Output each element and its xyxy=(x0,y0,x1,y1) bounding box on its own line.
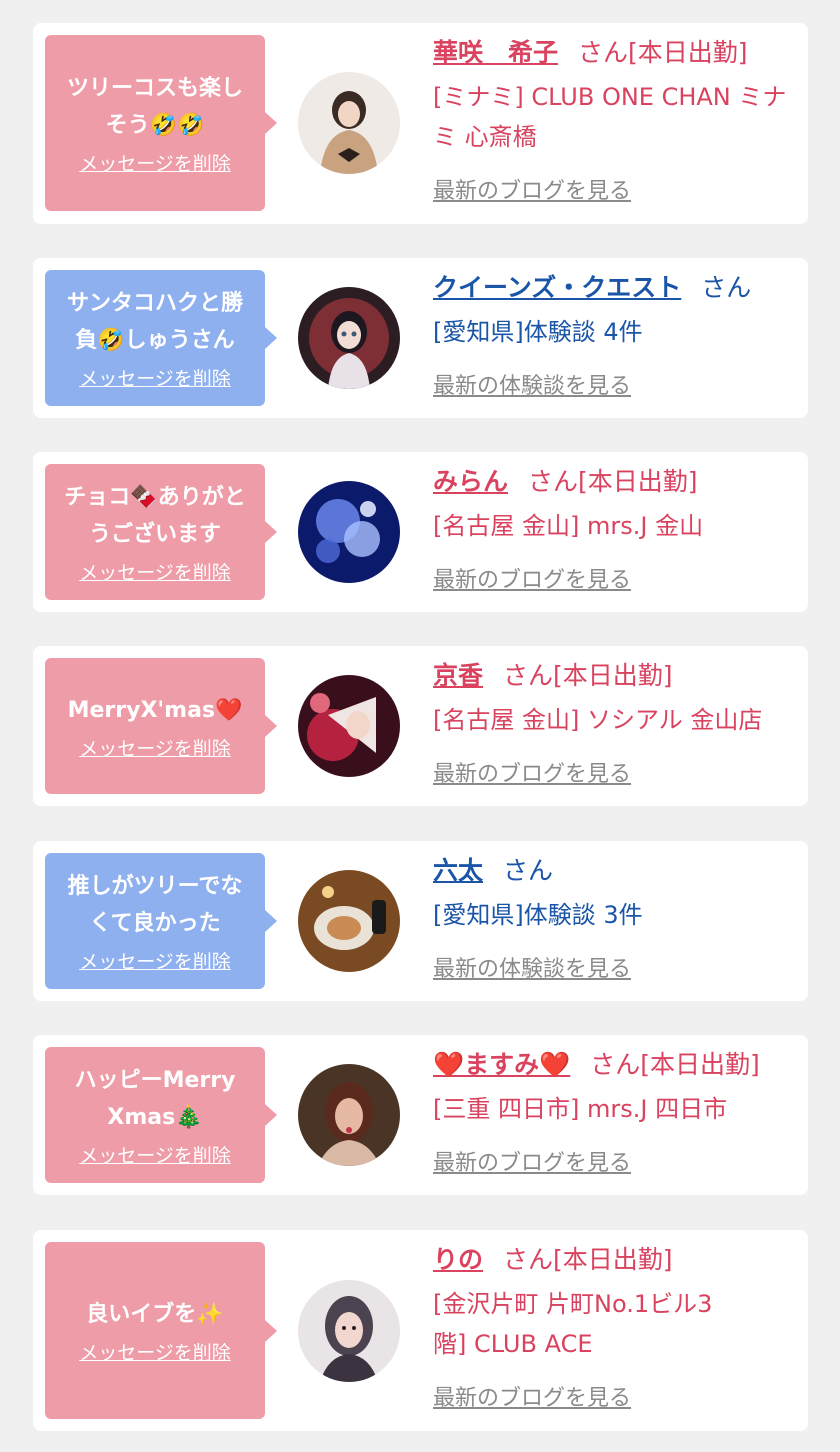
girl-name-link[interactable]: 京香 xyxy=(433,661,483,690)
message-bubble: ハッピーMerry Xmas🎄 メッセージを削除 xyxy=(45,1047,277,1183)
shop-info: [金沢片町 片町No.1ビル3 階] CLUB ACE xyxy=(433,1290,713,1358)
name-suffix: さん xyxy=(503,856,554,885)
avatar[interactable] xyxy=(298,481,400,583)
view-latest-blog-link[interactable]: 最新のブログを見る xyxy=(433,1149,631,1179)
view-latest-blog-link[interactable]: 最新のブログを見る xyxy=(433,177,631,207)
profile-info: 華咲 希子 さん[本日出勤] [ミナミ] CLUB ONE CHAN ミナ ミ 心… xyxy=(433,35,798,157)
message-text: ツリーコスも楽し そう🤣🤣 xyxy=(66,76,243,138)
message-bubble: ツリーコスも楽し そう🤣🤣 メッセージを削除 xyxy=(45,35,277,211)
profile-info: 六太 さん [愛知県]体験談 3件 xyxy=(433,853,798,935)
message-text: MerryX'mas❤️ xyxy=(67,697,243,723)
view-latest-blog-link[interactable]: 最新のブログを見る xyxy=(433,566,631,596)
message-text: 推しがツリーでな くて良かった xyxy=(67,874,243,936)
girl-name-link[interactable]: りの xyxy=(433,1245,483,1274)
name-suffix: さん[本日出勤] xyxy=(503,1245,673,1274)
message-card: チョコ🍫ありがと うございます メッセージを削除 みらん さん[本日出勤] [名古… xyxy=(33,452,808,612)
message-bubble: MerryX'mas❤️ メッセージを削除 xyxy=(45,658,277,794)
name-suffix: さん[本日出勤] xyxy=(590,1050,760,1079)
message-bubble: 推しがツリーでな くて良かった メッセージを削除 xyxy=(45,853,277,989)
avatar[interactable] xyxy=(298,870,400,972)
shop-info: [名古屋 金山] ソシアル 金山店 xyxy=(433,706,763,734)
shop-info: [名古屋 金山] mrs.J 金山 xyxy=(433,512,704,540)
review-count: [愛知県]体験談 3件 xyxy=(433,901,643,929)
message-bubble: チョコ🍫ありがと うございます メッセージを削除 xyxy=(45,464,277,600)
message-card: サンタコハクと勝 負🤣しゅうさん メッセージを削除 クイーンズ・クエスト さん [… xyxy=(33,258,808,418)
shop-info: [ミナミ] CLUB ONE CHAN ミナ ミ 心斎橋 xyxy=(433,83,787,151)
view-latest-blog-link[interactable]: 最新のブログを見る xyxy=(433,1384,631,1414)
delete-message-link[interactable]: メッセージを削除 xyxy=(79,950,231,974)
message-bubble: 良いイブを✨ メッセージを削除 xyxy=(45,1242,277,1419)
delete-message-link[interactable]: メッセージを削除 xyxy=(79,1341,231,1365)
message-text: サンタコハクと勝 負🤣しゅうさん xyxy=(66,291,243,353)
avatar[interactable] xyxy=(298,287,400,389)
avatar[interactable] xyxy=(298,72,400,174)
message-text: チョコ🍫ありがと うございます xyxy=(64,485,246,547)
name-suffix: さん[本日出勤] xyxy=(503,661,673,690)
message-card: ツリーコスも楽し そう🤣🤣 メッセージを削除 華咲 希子 さん[本日出勤] [ミナ… xyxy=(33,23,808,224)
view-latest-review-link[interactable]: 最新の体験談を見る xyxy=(433,372,631,402)
message-card: MerryX'mas❤️ メッセージを削除 京香 さん[本日出勤] [名古屋 金山… xyxy=(33,646,808,806)
shop-info: [三重 四日市] mrs.J 四日市 xyxy=(433,1095,728,1123)
profile-info: 京香 さん[本日出勤] [名古屋 金山] ソシアル 金山店 xyxy=(433,658,798,740)
profile-info: ❤️ますみ❤️ さん[本日出勤] [三重 四日市] mrs.J 四日市 xyxy=(433,1047,798,1129)
delete-message-link[interactable]: メッセージを削除 xyxy=(79,1144,231,1168)
profile-info: クイーンズ・クエスト さん [愛知県]体験談 4件 xyxy=(433,270,798,352)
delete-message-link[interactable]: メッセージを削除 xyxy=(79,561,231,585)
avatar[interactable] xyxy=(298,675,400,777)
delete-message-link[interactable]: メッセージを削除 xyxy=(79,737,231,761)
avatar[interactable] xyxy=(298,1280,400,1382)
message-text: ハッピーMerry Xmas🎄 xyxy=(74,1068,236,1130)
girl-name-link[interactable]: ❤️ますみ❤️ xyxy=(433,1050,570,1079)
profile-info: みらん さん[本日出勤] [名古屋 金山] mrs.J 金山 xyxy=(433,464,798,546)
user-name-link[interactable]: 六太 xyxy=(433,856,483,885)
name-suffix: さん[本日出勤] xyxy=(578,38,748,67)
girl-name-link[interactable]: 華咲 希子 xyxy=(433,38,558,67)
name-suffix: さん xyxy=(701,273,752,302)
delete-message-link[interactable]: メッセージを削除 xyxy=(79,152,231,176)
review-count: [愛知県]体験談 4件 xyxy=(433,318,643,346)
girl-name-link[interactable]: みらん xyxy=(433,467,508,496)
message-card: 推しがツリーでな くて良かった メッセージを削除 六太 さん [愛知県]体験談 3… xyxy=(33,841,808,1001)
user-name-link[interactable]: クイーンズ・クエスト xyxy=(433,273,681,302)
message-card: 良いイブを✨ メッセージを削除 りの さん[本日出勤] [金沢片町 片町No.1ビ… xyxy=(33,1230,808,1431)
message-text: 良いイブを✨ xyxy=(86,1302,224,1327)
view-latest-blog-link[interactable]: 最新のブログを見る xyxy=(433,760,631,790)
message-bubble: サンタコハクと勝 負🤣しゅうさん メッセージを削除 xyxy=(45,270,277,406)
profile-info: りの さん[本日出勤] [金沢片町 片町No.1ビル3 階] CLUB ACE xyxy=(433,1242,798,1364)
name-suffix: さん[本日出勤] xyxy=(528,467,698,496)
avatar[interactable] xyxy=(298,1064,400,1166)
message-card: ハッピーMerry Xmas🎄 メッセージを削除 ❤️ますみ❤️ さん[本日出勤]… xyxy=(33,1035,808,1195)
view-latest-review-link[interactable]: 最新の体験談を見る xyxy=(433,955,631,985)
delete-message-link[interactable]: メッセージを削除 xyxy=(79,367,231,391)
